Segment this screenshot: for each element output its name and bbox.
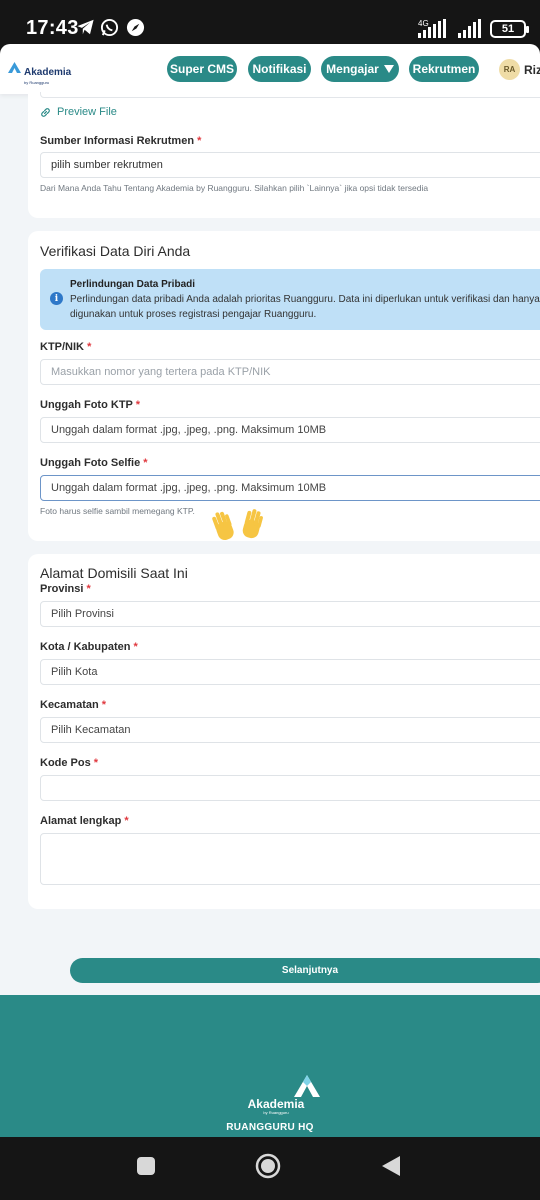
home-icon[interactable] [255, 1153, 281, 1179]
selfie-photo-label: Unggah Foto Selfie * [40, 457, 148, 469]
file-upload-field[interactable] [40, 92, 540, 98]
postal-code-label: Kode Pos * [40, 757, 98, 769]
akademia-footer-logo-icon [294, 1075, 320, 1097]
ktp-label: KTP/NIK * [40, 341, 91, 353]
brand-sub: by Ruangguru [24, 80, 50, 85]
privacy-info-title: Perlindungan Data Pribadi [70, 279, 196, 290]
privacy-info-box: i Perlindungan Data Pribadi Perlindungan… [40, 269, 540, 330]
province-label: Provinsi * [40, 583, 91, 595]
privacy-info-text: Perlindungan data pribadi Anda adalah pr… [70, 294, 540, 320]
top-navigation: Akademia by Ruangguru Super CMS Notifika… [0, 44, 540, 94]
compass-icon [126, 18, 145, 37]
postal-code-label-text: Kode Pos [40, 757, 91, 769]
footer: Akademia by Ruangguru RUANGGURU HQ [0, 995, 540, 1137]
city-label-text: Kota / Kabupaten [40, 641, 131, 653]
address-section-title: Alamat Domisili Saat Ini [40, 565, 188, 581]
recruitment-source-select[interactable]: pilih sumber rekrutmen [40, 152, 540, 178]
required-mark: * [135, 399, 141, 411]
rekrutmen-button[interactable]: Rekrutmen [409, 56, 479, 82]
ktp-photo-label-text: Unggah Foto KTP [40, 399, 133, 411]
info-icon: i [50, 292, 63, 305]
brand-name: Akademia [24, 67, 72, 78]
user-name[interactable]: Rizk [524, 63, 540, 77]
full-address-label-text: Alamat lengkap [40, 815, 122, 827]
caret-down-icon [383, 65, 394, 73]
system-navigation-bar [0, 1137, 540, 1200]
province-label-text: Provinsi [40, 583, 84, 595]
akademia-logo-icon [8, 62, 21, 73]
whatsapp-icon [100, 18, 119, 37]
avatar[interactable]: RA [499, 59, 520, 80]
ktp-input[interactable]: Masukkan nomor yang tertera pada KTP/NIK [40, 359, 540, 385]
preview-file-label: Preview File [57, 106, 117, 118]
address-card: Alamat Domisili Saat Ini Provinsi * Pili… [28, 554, 540, 909]
ktp-photo-label: Unggah Foto KTP * [40, 399, 140, 411]
required-mark: * [133, 641, 138, 653]
svg-text:4G: 4G [418, 19, 429, 28]
province-select[interactable]: Pilih Provinsi [40, 601, 540, 627]
identity-verification-card: Verifikasi Data Diri Anda i Perlindungan… [28, 231, 540, 541]
ktp-label-text: KTP/NIK [40, 341, 84, 353]
selfie-photo-upload[interactable]: Unggah dalam format .jpg, .jpeg, .png. M… [40, 475, 540, 501]
district-label-text: Kecamatan [40, 699, 99, 711]
district-label: Kecamatan * [40, 699, 106, 711]
identity-section-title: Verifikasi Data Diri Anda [40, 243, 191, 259]
recruitment-source-card: Preview File Sumber Informasi Rekrutmen … [28, 92, 540, 218]
recruitment-source-label: Sumber Informasi Rekrutmen * [40, 135, 201, 147]
super-cms-button[interactable]: Super CMS [167, 56, 237, 82]
selfie-helper: Foto harus selfie sambil memegang KTP. [40, 506, 195, 516]
selfie-photo-label-text: Unggah Foto Selfie [40, 457, 141, 469]
ktp-photo-upload[interactable]: Unggah dalam format .jpg, .jpeg, .png. M… [40, 417, 540, 443]
battery-icon: 51 [490, 20, 529, 38]
required-mark: * [124, 815, 129, 827]
required-mark: * [143, 457, 148, 469]
waving-hands-emoji [212, 509, 263, 541]
full-address-textarea[interactable] [40, 833, 540, 885]
full-address-label: Alamat lengkap * [40, 815, 129, 827]
brand-logo[interactable]: Akademia by Ruangguru [8, 62, 71, 85]
signal-icon: 4G [418, 19, 446, 38]
link-icon [41, 107, 50, 117]
postal-code-input[interactable] [40, 775, 540, 801]
mengajar-button[interactable]: Mengajar [321, 56, 399, 82]
preview-file-link[interactable]: Preview File [40, 106, 117, 118]
city-label: Kota / Kabupaten * [40, 641, 138, 653]
next-button[interactable]: Selanjutnya [70, 958, 540, 983]
recruitment-source-helper: Dari Mana Anda Tahu Tentang Akademia by … [40, 183, 429, 193]
recruitment-source-label-text: Sumber Informasi Rekrutmen [40, 135, 195, 147]
mengajar-label: Mengajar [326, 62, 379, 76]
footer-brand-sub: by Ruangguru [263, 1110, 289, 1115]
required-mark: * [87, 341, 92, 353]
recents-icon[interactable] [136, 1156, 156, 1176]
district-select[interactable]: Pilih Kecamatan [40, 717, 540, 743]
telegram-icon [77, 19, 94, 35]
required-mark: * [101, 699, 107, 711]
clock: 17:43 [26, 17, 79, 39]
required-mark: * [197, 135, 202, 147]
city-select[interactable]: Pilih Kota [40, 659, 540, 685]
status-right: 4G 51 [416, 16, 529, 42]
footer-hq: RUANGGURU HQ [226, 1122, 314, 1133]
notifikasi-button[interactable]: Notifikasi [248, 56, 311, 82]
signal-2-icon [458, 19, 481, 38]
back-icon[interactable] [380, 1155, 402, 1177]
required-mark: * [93, 757, 99, 769]
required-mark: * [86, 583, 91, 595]
footer-brand: Akademia [247, 1097, 305, 1111]
